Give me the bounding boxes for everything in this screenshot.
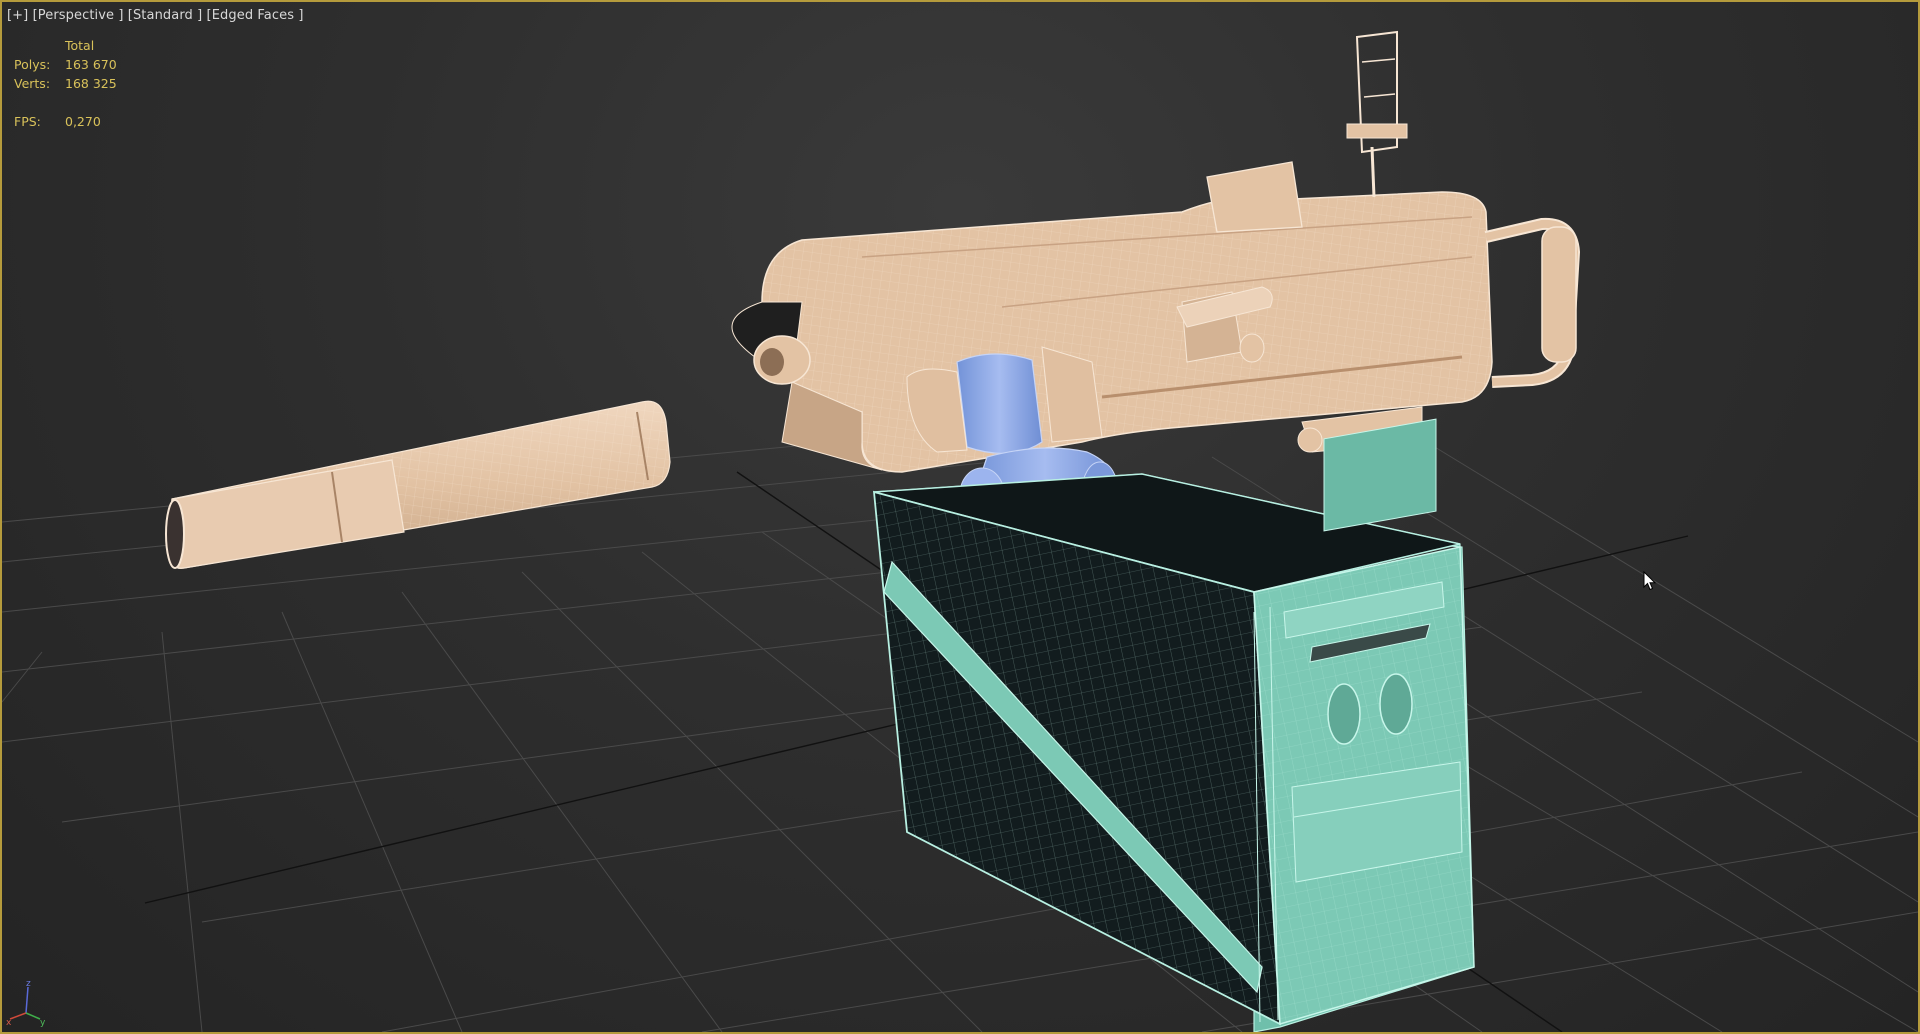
gizmo-y-label: y	[40, 1018, 46, 1027]
stats-polys-row: Polys: 163 670	[14, 55, 117, 74]
gizmo-x-label: x	[6, 1018, 12, 1027]
stats-fps-row: FPS: 0,270	[14, 112, 117, 131]
verts-value: 168 325	[65, 76, 117, 91]
axis-tripod-icon: z x y	[6, 979, 46, 1027]
stats-header: Total	[65, 38, 95, 53]
verts-label: Verts:	[14, 76, 51, 91]
ammo-box-model[interactable]	[872, 418, 1475, 1032]
fps-value: 0,270	[65, 114, 101, 129]
gizmo-z-label: z	[26, 979, 31, 989]
viewport-general-menu[interactable]: [+]	[7, 8, 28, 23]
viewport-label-menu[interactable]: [+] [Perspective ] [Standard ] [Edged Fa…	[7, 8, 304, 23]
viewport-standard-menu[interactable]: [Standard ]	[128, 8, 203, 23]
statistics-overlay: Total Polys: 163 670 Verts: 168 325 FPS:…	[14, 36, 117, 131]
fps-label: FPS:	[14, 114, 41, 129]
stats-verts-row: Verts: 168 325	[14, 74, 117, 93]
perspective-viewport[interactable]: [+] [Perspective ] [Standard ] [Edged Fa…	[0, 0, 1920, 1034]
viewport-shading-menu[interactable]: [Edged Faces ]	[207, 8, 304, 23]
scene-canvas[interactable]	[2, 2, 1918, 1032]
viewport-point-of-view-menu[interactable]: [Perspective ]	[33, 8, 124, 23]
mouse-cursor-icon	[1643, 571, 1657, 591]
polys-value: 163 670	[65, 57, 117, 72]
polys-label: Polys:	[14, 57, 51, 72]
